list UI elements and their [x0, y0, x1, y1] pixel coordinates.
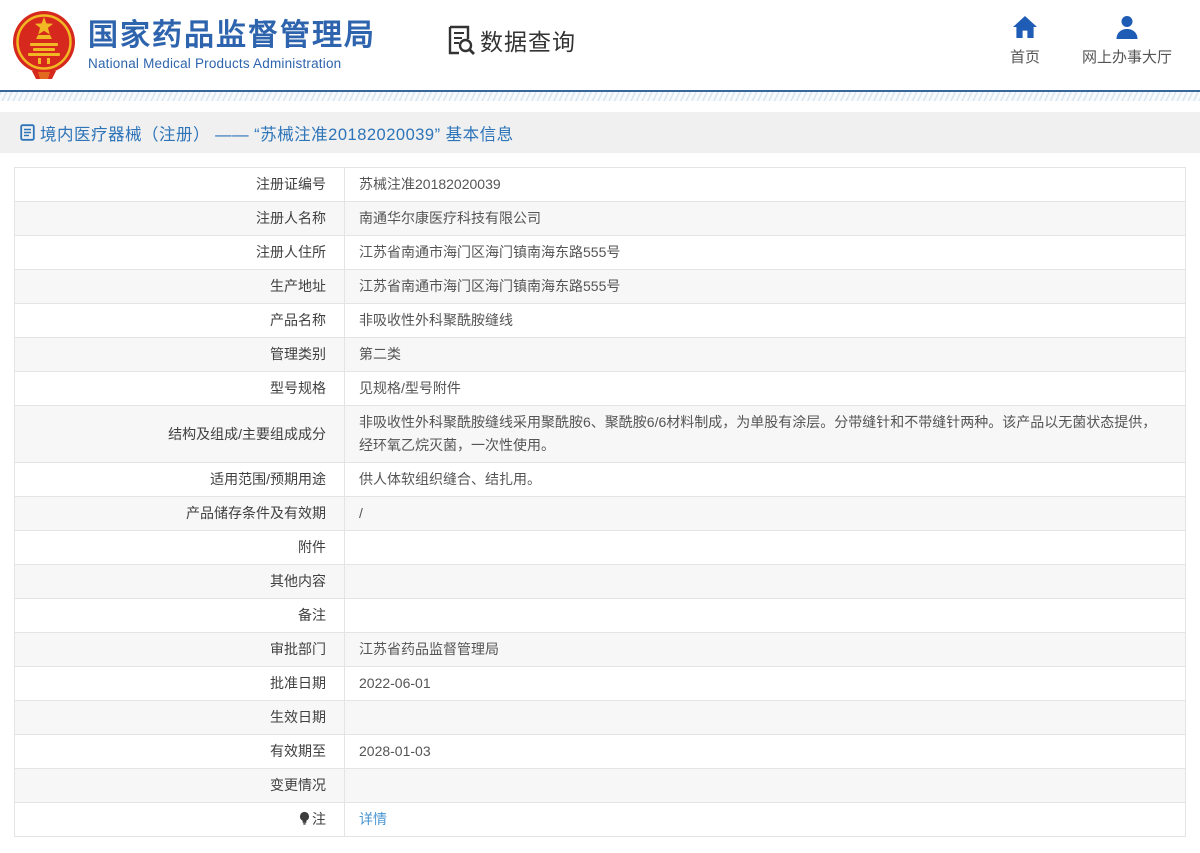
table-row: 产品储存条件及有效期 / [14, 496, 1186, 531]
row-value: 江苏省药品监督管理局 [344, 632, 1186, 667]
table-row: 注册人住所 江苏省南通市海门区海门镇南海东路555号 [14, 235, 1186, 270]
row-value: 2028-01-03 [344, 734, 1186, 769]
row-label: 注册人名称 [14, 201, 345, 236]
row-value: 第二类 [344, 337, 1186, 372]
table-row: 管理类别 第二类 [14, 337, 1186, 372]
nav-home[interactable]: 首页 [1010, 14, 1040, 67]
row-value: 详情 [344, 802, 1186, 837]
table-row: 附件 [14, 530, 1186, 565]
table-row: 产品名称 非吸收性外科聚酰胺缝线 [14, 303, 1186, 338]
table-row: 生产地址 江苏省南通市海门区海门镇南海东路555号 [14, 269, 1186, 304]
header-nav: 首页 网上办事大厅 [1010, 14, 1172, 67]
row-label: 适用范围/预期用途 [14, 462, 345, 497]
row-label: 生产地址 [14, 269, 345, 304]
page-title: 境内医疗器械（注册） —— “苏械注准20182020039” 基本信息 [40, 125, 514, 144]
row-label: 批准日期 [14, 666, 345, 701]
table-row: 生效日期 [14, 700, 1186, 735]
table-row: 型号规格 见规格/型号附件 [14, 371, 1186, 406]
row-value [344, 564, 1186, 599]
site-header: 国家药品监督管理局 National Medical Products Admi… [0, 0, 1200, 90]
row-value: 非吸收性外科聚酰胺缝线 [344, 303, 1186, 338]
table-row: 适用范围/预期用途 供人体软组织缝合、结扎用。 [14, 462, 1186, 497]
org-subtitle: National Medical Products Administration [88, 56, 342, 71]
row-label: 注 [14, 802, 345, 837]
details-link[interactable]: 详情 [359, 811, 387, 827]
org-title: 国家药品监督管理局 [88, 19, 376, 52]
row-value: 非吸收性外科聚酰胺缝线采用聚酰胺6、聚酰胺6/6材料制成，为单股有涂层。分带缝针… [344, 405, 1186, 463]
row-value: 苏械注准20182020039 [344, 167, 1186, 202]
nav-service-hall[interactable]: 网上办事大厅 [1082, 14, 1172, 67]
row-value [344, 530, 1186, 565]
header-divider [0, 90, 1200, 101]
row-value [344, 768, 1186, 803]
row-label: 生效日期 [14, 700, 345, 735]
spacer [0, 101, 1200, 112]
row-value [344, 700, 1186, 735]
registration-info-table-wrap: 注册证编号 苏械注准20182020039 注册人名称 南通华尔康医疗科技有限公司 注册… [14, 167, 1186, 837]
registration-info-table: 注册证编号 苏械注准20182020039 注册人名称 南通华尔康医疗科技有限公司 注册… [14, 167, 1186, 837]
table-row: 结构及组成/主要组成成分 非吸收性外科聚酰胺缝线采用聚酰胺6、聚酰胺6/6材料制成… [14, 405, 1186, 463]
bulb-icon [299, 811, 310, 825]
nav-home-label: 首页 [1009, 49, 1040, 66]
row-value: 供人体软组织缝合、结扎用。 [344, 462, 1186, 497]
row-label: 有效期至 [14, 734, 345, 769]
row-value [344, 598, 1186, 633]
data-query-section[interactable]: 数据查询 [446, 23, 576, 57]
table-row: 审批部门 江苏省药品监督管理局 [14, 632, 1186, 667]
row-label: 产品名称 [14, 303, 345, 338]
table-row: 变更情况 [14, 768, 1186, 803]
document-search-icon [448, 25, 475, 55]
nav-service-hall-label: 网上办事大厅 [1081, 49, 1172, 66]
site-logo[interactable]: 国家药品监督管理局 National Medical Products Admi… [0, 9, 376, 81]
row-value: 2022-06-01 [344, 666, 1186, 701]
row-label: 管理类别 [14, 337, 345, 372]
row-label: 审批部门 [14, 632, 345, 667]
home-icon [1012, 16, 1037, 38]
row-label: 产品储存条件及有效期 [14, 496, 345, 531]
row-label: 其他内容 [14, 564, 345, 599]
table-row: 注册证编号 苏械注准20182020039 [14, 167, 1186, 202]
document-icon [20, 124, 35, 141]
row-label: 变更情况 [14, 768, 345, 803]
table-row: 批准日期 2022-06-01 [14, 666, 1186, 701]
row-label-text: 注 [312, 811, 326, 827]
row-label: 结构及组成/主要组成成分 [14, 405, 345, 463]
row-label: 附件 [14, 530, 345, 565]
row-label: 注册人住所 [14, 235, 345, 270]
info-table-body: 注册证编号 苏械注准20182020039 注册人名称 南通华尔康医疗科技有限公司 注册… [14, 167, 1186, 837]
data-query-label: 数据查询 [480, 29, 576, 55]
table-row: 有效期至 2028-01-03 [14, 734, 1186, 769]
national-emblem-icon [13, 11, 75, 79]
table-row: 注 详情 [14, 802, 1186, 837]
row-value: 江苏省南通市海门区海门镇南海东路555号 [344, 269, 1186, 304]
row-label: 型号规格 [14, 371, 345, 406]
row-value: 江苏省南通市海门区海门镇南海东路555号 [344, 235, 1186, 270]
row-value: 见规格/型号附件 [344, 371, 1186, 406]
table-row: 注册人名称 南通华尔康医疗科技有限公司 [14, 201, 1186, 236]
page-title-bar: 境内医疗器械（注册） —— “苏械注准20182020039” 基本信息 [0, 112, 1200, 153]
table-row: 其他内容 [14, 564, 1186, 599]
row-value: / [344, 496, 1186, 531]
row-label: 注册证编号 [14, 167, 345, 202]
table-row: 备注 [14, 598, 1186, 633]
row-label: 备注 [14, 598, 345, 633]
row-value: 南通华尔康医疗科技有限公司 [344, 201, 1186, 236]
person-icon [1116, 16, 1138, 39]
